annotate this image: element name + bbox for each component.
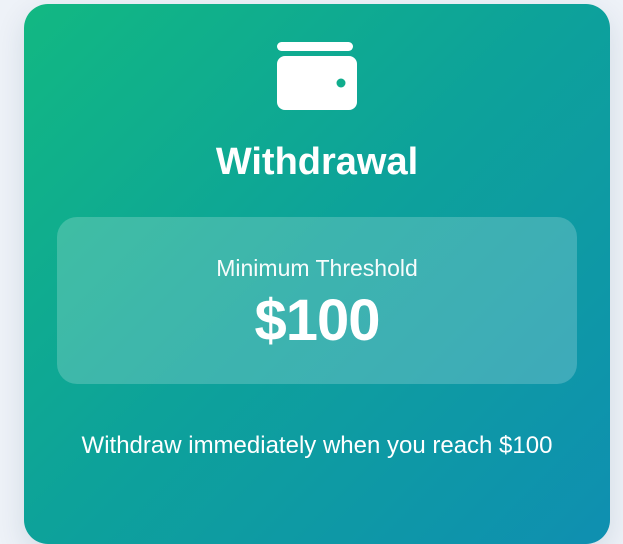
withdrawal-card: Withdrawal Minimum Threshold $100 Withdr…	[24, 4, 610, 544]
threshold-panel: Minimum Threshold $100	[57, 217, 577, 384]
wallet-icon	[277, 42, 357, 110]
threshold-label: Minimum Threshold	[216, 255, 418, 281]
threshold-value: $100	[254, 288, 380, 353]
withdrawal-description: Withdraw immediately when you reach $100	[81, 432, 553, 459]
card-title: Withdrawal	[215, 141, 419, 183]
